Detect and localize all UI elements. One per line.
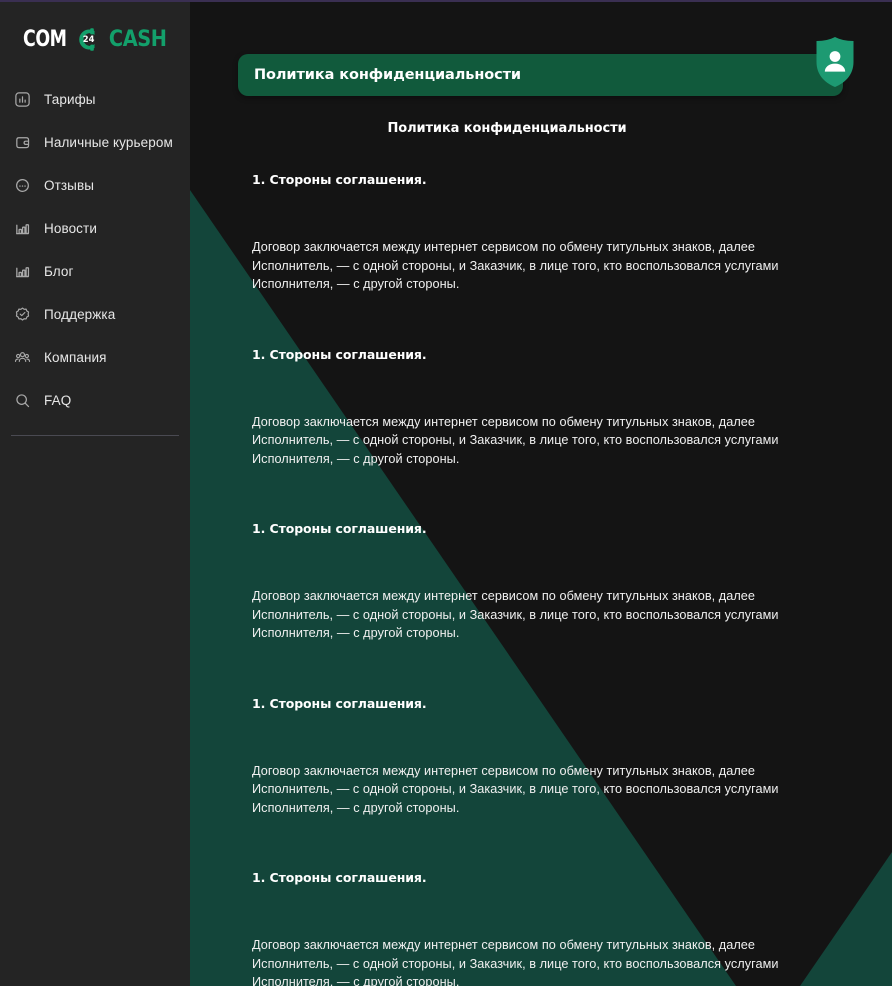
window-top-accent-line [0,0,892,2]
sidebar-item-novosti[interactable]: Новости [0,213,190,243]
document-body: Политика конфиденциальности 1. Стороны с… [190,121,892,986]
sidebar-item-tarify[interactable]: Тарифы [0,84,190,114]
sidebar-item-label: Блог [44,263,74,279]
section-paragraph: Договор заключается между интернет серви… [252,763,779,815]
bar-chart-icon [13,219,31,237]
document-section: 1. Стороны соглашения. Договор заключает… [252,294,842,469]
section-paragraph: Договор заключается между интернет серви… [252,240,779,291]
sidebar-nav: Тарифы Наличные курьером Отзывы Новости … [0,84,190,415]
sidebar-item-label: Тарифы [44,91,96,107]
bar-chart-icon [13,262,31,280]
users-group-icon [13,348,31,366]
section-heading: 1. Стороны соглашения. [252,695,427,711]
document-section: 1. Стороны соглашения. Договор заключает… [252,817,842,986]
sidebar-item-label: Новости [44,220,97,236]
brand-logo[interactable]: COM 24 CASH [0,16,190,62]
section-heading: 1. Стороны соглашения. [252,521,427,536]
sidebar-item-podderzhka[interactable]: Поддержка [0,299,190,329]
section-paragraph: Договор заключается между интернет серви… [252,589,779,640]
sidebar-item-otzyvy[interactable]: Отзывы [0,170,190,200]
document-section: 1. Стороны соглашения. Договор заключает… [252,643,842,818]
page-header: Политика конфиденциальности [238,37,854,96]
coin-exchange-icon: 24 [74,26,101,53]
document-section: 1. Стороны соглашения. Договор заключает… [252,156,842,294]
brand-logo-com: COM [22,26,67,52]
section-heading: 1. Стороны соглашения. [252,870,427,885]
sidebar: COM 24 CASH Тарифы Наличные курьером Отз… [0,0,190,986]
sidebar-item-label: Компания [44,349,107,365]
sidebar-divider [11,435,179,436]
sidebar-item-label: Наличные курьером [44,134,173,150]
main-content: Политика конфиденциальности Политика кон… [190,0,892,986]
sidebar-item-label: Отзывы [44,177,95,193]
shield-user-icon[interactable] [814,36,856,88]
app-root: COM 24 CASH Тарифы Наличные курьером Отз… [0,0,892,986]
page-header-bar: Политика конфиденциальности [238,54,843,96]
page-title: Политика конфиденциальности [254,67,521,83]
sidebar-item-nalichnye-kurerom[interactable]: Наличные курьером [0,127,190,157]
document-title: Политика конфиденциальности [387,121,627,136]
chat-bubble-icon [13,176,31,194]
sidebar-item-blog[interactable]: Блог [0,256,190,286]
sidebar-item-faq[interactable]: FAQ [0,385,190,415]
section-paragraph: Договор заключается между интернет серви… [252,414,779,466]
badge-check-icon [13,305,31,323]
sidebar-item-label: Поддержка [44,306,116,322]
sidebar-item-kompaniya[interactable]: Компания [0,342,190,372]
search-icon [13,391,31,409]
section-heading: 1. Стороны соглашения. [252,346,427,362]
document-section: 1. Стороны соглашения. Договор заключает… [252,468,842,643]
sidebar-item-label: FAQ [44,392,72,408]
svg-text:24: 24 [82,34,94,44]
section-paragraph: Договор заключается между интернет серви… [252,938,779,986]
wallet-icon [13,133,31,151]
chart-box-icon [13,90,31,108]
brand-logo-cash: CASH [108,26,167,52]
section-heading: 1. Стороны соглашения. [252,172,427,187]
